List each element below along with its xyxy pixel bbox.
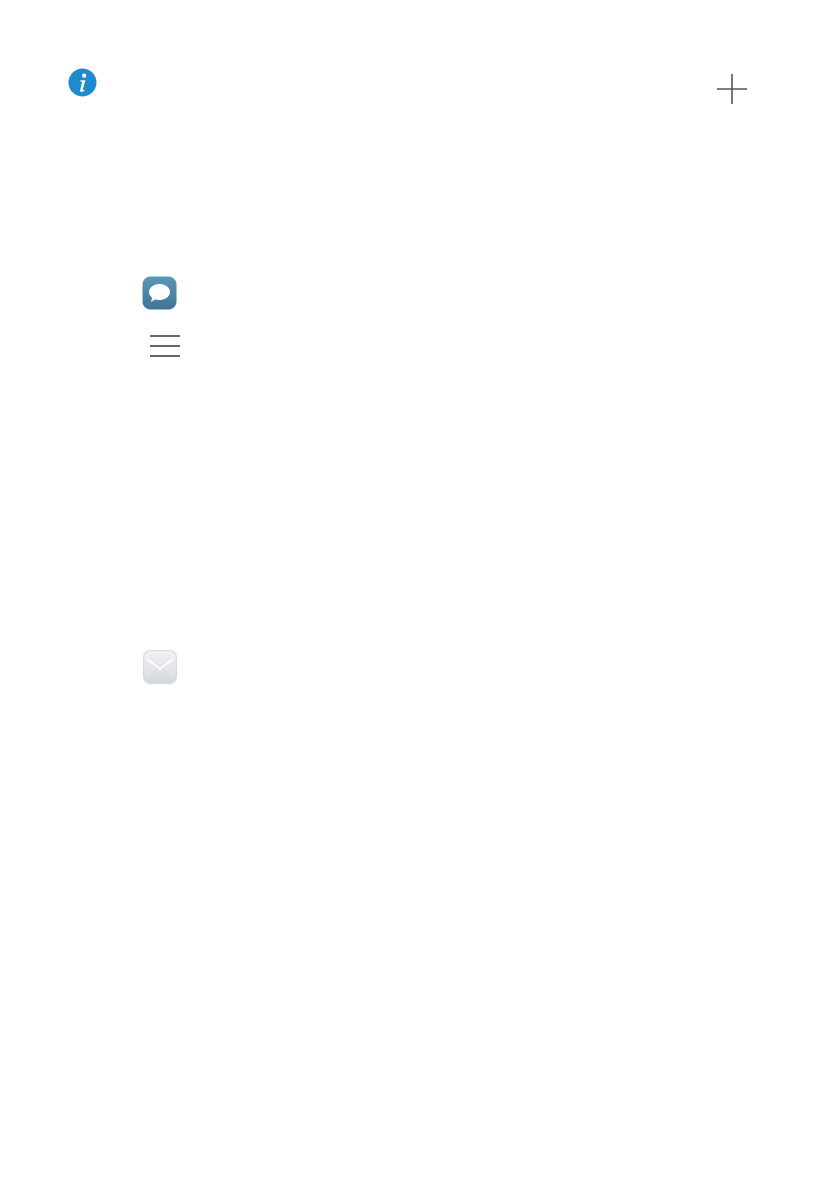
email-app-icon xyxy=(143,650,177,684)
manual-page xyxy=(0,0,838,1192)
messaging-app-icon xyxy=(142,276,177,310)
info-icon xyxy=(68,68,97,97)
plus-icon xyxy=(717,74,747,104)
menu-icon xyxy=(150,335,180,357)
